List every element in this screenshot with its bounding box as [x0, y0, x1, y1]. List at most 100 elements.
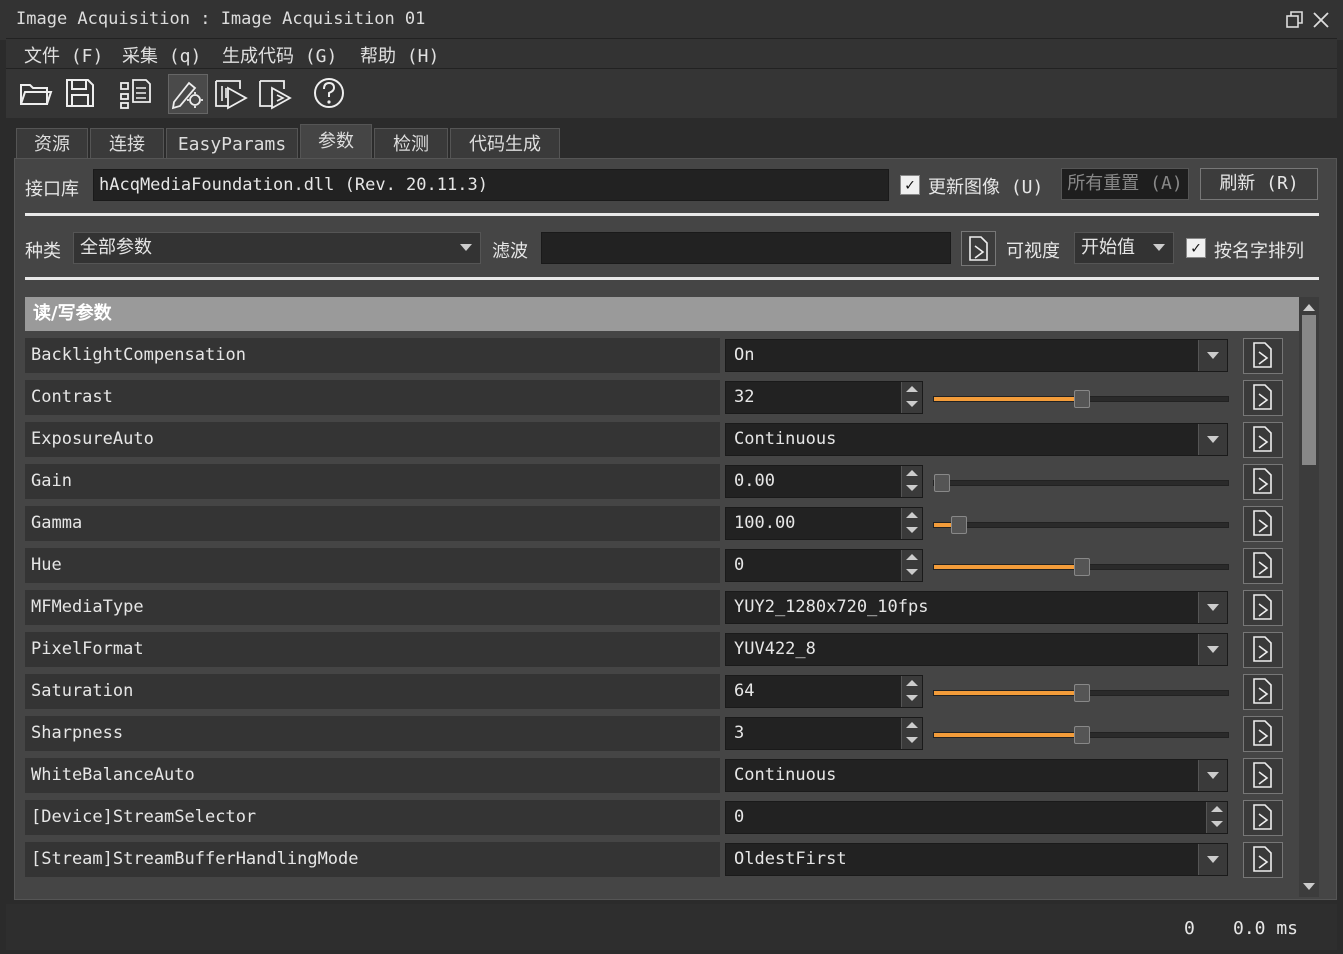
tab-connection[interactable]: 连接: [90, 128, 164, 159]
refresh-button[interactable]: 刷新 (R): [1200, 168, 1318, 200]
spin-arrows-icon[interactable]: [901, 718, 922, 749]
parameter-name: Contrast: [25, 380, 720, 415]
parameter-code-icon[interactable]: [1243, 506, 1283, 542]
open-folder-icon[interactable]: [16, 74, 54, 112]
parameter-row: [Device]StreamSelector 0: [25, 797, 1299, 839]
parameter-name: Gain: [25, 464, 720, 499]
parameter-dropdown[interactable]: YUY2_1280x720_10fps: [725, 591, 1228, 624]
parameter-value: 3: [734, 723, 745, 743]
parameter-dropdown[interactable]: On: [725, 339, 1228, 372]
parameter-row: Sharpness 3: [25, 713, 1299, 755]
chevron-down-icon[interactable]: [1198, 760, 1227, 791]
parameter-spinbox[interactable]: 32: [725, 381, 923, 414]
menu-acquire[interactable]: 采集 (q): [122, 42, 201, 68]
parameter-dropdown[interactable]: Continuous: [725, 423, 1228, 456]
parameter-slider[interactable]: [933, 516, 1229, 534]
parameter-code-icon[interactable]: [1243, 380, 1283, 416]
close-icon[interactable]: [1309, 8, 1333, 32]
divider: [25, 277, 1319, 280]
scroll-up-icon: [1303, 304, 1315, 311]
frame-count: 0: [1184, 918, 1195, 939]
snap-icon[interactable]: [256, 74, 294, 112]
chevron-down-icon[interactable]: [1198, 592, 1227, 623]
vertical-scrollbar[interactable]: [1299, 297, 1319, 897]
slider-handle[interactable]: [1074, 684, 1090, 702]
toolbar: [6, 68, 1337, 118]
tab-inspect[interactable]: 检测: [374, 128, 448, 159]
tab-resources[interactable]: 资源: [16, 128, 88, 159]
parameter-spinbox[interactable]: 0: [725, 549, 923, 582]
parameter-code-icon[interactable]: [1243, 422, 1283, 458]
parameter-slider[interactable]: [933, 390, 1229, 408]
parameter-slider[interactable]: [933, 684, 1229, 702]
tab-easyparams[interactable]: EasyParams: [166, 128, 298, 159]
slider-handle[interactable]: [950, 516, 967, 534]
spin-arrows-icon[interactable]: [901, 550, 922, 581]
parameter-code-icon[interactable]: [1243, 464, 1283, 500]
help-icon[interactable]: [310, 74, 348, 112]
parameter-code-icon[interactable]: [1243, 548, 1283, 584]
parameter-code-icon[interactable]: [1243, 632, 1283, 668]
parameter-slider[interactable]: [933, 726, 1229, 744]
parameter-row: BacklightCompensation On: [25, 335, 1299, 377]
chevron-down-icon[interactable]: [1198, 424, 1227, 455]
parameter-row: Contrast 32: [25, 377, 1299, 419]
parameter-spinbox[interactable]: 0.00: [725, 465, 923, 498]
spin-arrows-icon[interactable]: [1206, 802, 1227, 833]
spin-arrows-icon[interactable]: [901, 508, 922, 539]
parameter-dropdown[interactable]: Continuous: [725, 759, 1228, 792]
sort-by-name-checkbox[interactable]: ✓: [1186, 238, 1206, 258]
frame-time: 0.0 ms: [1233, 918, 1299, 939]
spin-arrows-icon[interactable]: [901, 466, 922, 497]
restore-icon[interactable]: [1283, 8, 1307, 32]
device-list-icon[interactable]: [116, 74, 154, 112]
settings-edit-icon[interactable]: [168, 74, 208, 114]
spin-arrows-icon[interactable]: [901, 676, 922, 707]
chevron-down-icon[interactable]: [1198, 340, 1227, 371]
parameter-code-icon[interactable]: [1243, 590, 1283, 626]
parameter-spinbox[interactable]: 0: [725, 801, 1228, 834]
chevron-down-icon[interactable]: [1198, 844, 1227, 875]
tab-parameters[interactable]: 参数: [300, 124, 372, 160]
parameter-code-icon[interactable]: [1243, 842, 1283, 878]
parameter-spinbox[interactable]: 3: [725, 717, 923, 750]
parameter-code-icon[interactable]: [1243, 716, 1283, 752]
reset-all-button[interactable]: 所有重置 (A): [1061, 168, 1189, 200]
slider-fill: [934, 691, 1081, 695]
parameter-code-icon[interactable]: [1243, 338, 1283, 374]
category-dropdown[interactable]: 全部参数: [73, 232, 481, 264]
live-play-icon[interactable]: [212, 74, 250, 112]
slider-handle[interactable]: [1074, 390, 1090, 408]
slider-fill: [934, 733, 1081, 737]
save-icon[interactable]: [61, 74, 99, 112]
parameter-spinbox[interactable]: 100.00: [725, 507, 923, 540]
slider-handle[interactable]: [934, 474, 950, 492]
update-image-checkbox[interactable]: ✓: [900, 175, 920, 195]
window-title: Image Acquisition : Image Acquisition 01: [16, 9, 426, 29]
slider-handle[interactable]: [1074, 726, 1090, 744]
parameter-code-icon[interactable]: [1243, 800, 1283, 836]
menu-generate-code[interactable]: 生成代码 (G): [222, 42, 337, 68]
parameter-slider[interactable]: [933, 474, 1229, 492]
category-label: 种类: [25, 241, 61, 262]
visibility-dropdown[interactable]: 开始值: [1074, 232, 1174, 264]
parameter-code-icon[interactable]: [1243, 758, 1283, 794]
parameter-spinbox[interactable]: 64: [725, 675, 923, 708]
parameter-dropdown[interactable]: YUV422_8: [725, 633, 1228, 666]
chevron-down-icon[interactable]: [1198, 634, 1227, 665]
slider-handle[interactable]: [1074, 558, 1090, 576]
tab-code-generation[interactable]: 代码生成: [450, 128, 560, 159]
parameter-dropdown[interactable]: OldestFirst: [725, 843, 1228, 876]
interface-field[interactable]: hAcqMediaFoundation.dll (Rev. 20.11.3): [93, 169, 889, 201]
parameter-code-icon[interactable]: [1243, 674, 1283, 710]
spin-arrows-icon[interactable]: [901, 382, 922, 413]
scrollbar-thumb[interactable]: [1302, 315, 1316, 465]
parameter-slider[interactable]: [933, 558, 1229, 576]
parameter-row: ExposureAuto Continuous: [25, 419, 1299, 461]
filter-apply-icon[interactable]: [961, 231, 996, 266]
parameter-value: YUV422_8: [734, 639, 816, 659]
filter-input[interactable]: [541, 232, 951, 264]
menu-file[interactable]: 文件 (F): [24, 42, 103, 68]
parameter-value: 0: [734, 807, 745, 827]
menu-help[interactable]: 帮助 (H): [360, 42, 439, 68]
